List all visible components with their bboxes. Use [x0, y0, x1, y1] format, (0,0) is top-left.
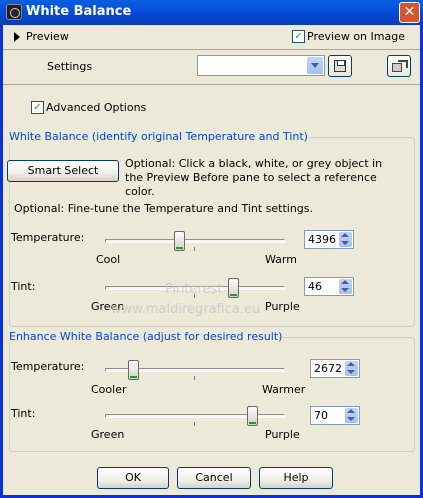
enhance-tint-spinbox[interactable]: 70 — [310, 406, 360, 425]
settings-dropdown[interactable] — [197, 55, 325, 76]
wb-temperature-track[interactable] — [105, 239, 285, 243]
load-preset-button[interactable] — [387, 55, 411, 77]
spin-arrows-icon[interactable] — [345, 408, 358, 423]
wb-temperature-value[interactable]: 4396 — [308, 233, 336, 246]
wb-tint-label: Tint: — [11, 280, 36, 293]
wb-temperature-spinbox[interactable]: 4396 — [304, 230, 354, 249]
enhance-tint-value[interactable]: 70 — [314, 409, 328, 422]
settings-row: Settings — [3, 50, 420, 85]
smart-select-button[interactable]: Smart Select — [7, 160, 119, 182]
wb-temperature-max-label: Warm — [265, 253, 297, 266]
enhance-temperature-spinbox[interactable]: 2672 — [310, 359, 360, 378]
load-preset-icon — [392, 60, 408, 72]
enhance-temperature-min-label: Cooler — [91, 383, 127, 396]
enhance-white-balance-group — [9, 337, 415, 452]
enhance-temperature-tick — [194, 376, 195, 380]
title-bar[interactable]: White Balance ✕ — [0, 0, 423, 25]
save-icon — [334, 60, 346, 72]
spin-arrows-icon[interactable] — [339, 279, 352, 294]
enhance-tint-max-label: Purple — [265, 428, 300, 441]
white-balance-dialog: White Balance ✕ Preview ✓ Preview on Ima… — [0, 0, 423, 498]
wb-tint-slider-thumb[interactable] — [228, 278, 239, 298]
spin-arrows-icon[interactable] — [339, 232, 352, 247]
wb-tint-value[interactable]: 46 — [308, 280, 322, 293]
preview-toggle-label[interactable]: Preview — [26, 30, 69, 43]
enhance-temperature-max-label: Warmer — [262, 383, 306, 396]
wb-temperature-slider-thumb[interactable] — [174, 231, 185, 251]
preview-on-image-label: Preview on Image — [307, 30, 405, 43]
enhance-temperature-label: Temperature: — [11, 360, 85, 373]
preview-row: Preview ✓ Preview on Image — [3, 25, 420, 50]
app-icon — [6, 4, 22, 20]
save-preset-button[interactable] — [328, 55, 352, 77]
advanced-options-checkbox[interactable]: ✓ — [31, 101, 44, 114]
wb-temperature-tick — [194, 247, 195, 251]
enhance-group-title: Enhance White Balance (adjust for desire… — [8, 330, 284, 343]
wb-tint-spinbox[interactable]: 46 — [304, 277, 354, 296]
wb-temperature-label: Temperature: — [11, 231, 85, 244]
wb-tint-max-label: Purple — [265, 300, 300, 313]
white-balance-group-title: White Balance (identify original Tempera… — [8, 130, 309, 143]
settings-label: Settings — [47, 60, 93, 73]
expand-preview-icon[interactable] — [14, 32, 20, 42]
smart-select-help-text: Optional: Click a black, white, or grey … — [125, 157, 383, 198]
close-icon: ✕ — [403, 4, 416, 20]
enhance-tint-label: Tint: — [11, 407, 36, 420]
advanced-options-label: Advanced Options — [46, 101, 147, 114]
spin-arrows-icon[interactable] — [345, 361, 358, 376]
wb-temperature-min-label: Cool — [96, 253, 121, 266]
enhance-tint-slider-thumb[interactable] — [247, 406, 258, 426]
enhance-temperature-value[interactable]: 2672 — [314, 362, 342, 375]
help-button[interactable]: Help — [259, 467, 333, 489]
ok-button[interactable]: OK — [97, 467, 169, 489]
finetune-text: Optional: Fine-tune the Temperature and … — [14, 202, 314, 215]
preview-on-image-checkbox[interactable]: ✓ — [292, 30, 305, 43]
enhance-temperature-slider-thumb[interactable] — [128, 360, 139, 380]
close-button[interactable]: ✕ — [399, 2, 420, 23]
enhance-tint-min-label: Green — [91, 428, 125, 441]
window-title: White Balance — [26, 4, 132, 19]
watermark-line-1: Pinterest — [165, 282, 223, 297]
chevron-down-icon[interactable] — [307, 57, 323, 74]
cancel-button[interactable]: Cancel — [177, 467, 251, 489]
watermark-line-2: www.maldiregrafica.eu — [111, 302, 261, 317]
enhance-tint-tick — [194, 422, 195, 426]
enhance-tint-track[interactable] — [105, 414, 285, 418]
